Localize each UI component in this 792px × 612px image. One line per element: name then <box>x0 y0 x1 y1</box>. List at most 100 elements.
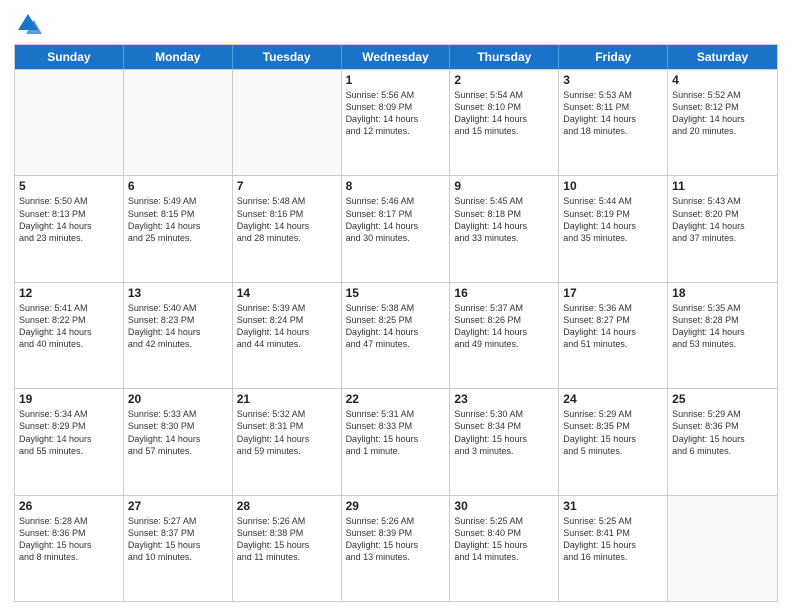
cell-info: Sunrise: 5:33 AMSunset: 8:30 PMDaylight:… <box>128 408 228 457</box>
cell-info: Sunrise: 5:48 AMSunset: 8:16 PMDaylight:… <box>237 195 337 244</box>
cal-cell-day-16: 16 Sunrise: 5:37 AMSunset: 8:26 PMDayligh… <box>450 283 559 388</box>
cal-week-3: 12Sunrise: 5:41 AMSunset: 8:22 PMDayligh… <box>15 282 777 388</box>
calendar: SundayMondayTuesdayWednesdayThursdayFrid… <box>14 44 778 602</box>
day-number: 18 <box>672 286 773 300</box>
cal-cell-empty <box>668 496 777 601</box>
cal-cell-empty <box>124 70 233 175</box>
day-number: 7 <box>237 179 337 193</box>
cal-cell-day-9: 9 Sunrise: 5:45 AMSunset: 8:18 PMDaylight… <box>450 176 559 281</box>
cell-info: Sunrise: 5:56 AMSunset: 8:09 PMDaylight:… <box>346 89 446 138</box>
cell-info: Sunrise: 5:41 AMSunset: 8:22 PMDaylight:… <box>19 302 119 351</box>
day-number: 14 <box>237 286 337 300</box>
cell-info: Sunrise: 5:45 AMSunset: 8:18 PMDaylight:… <box>454 195 554 244</box>
day-number: 6 <box>128 179 228 193</box>
day-number: 26 <box>19 499 119 513</box>
day-number: 10 <box>563 179 663 193</box>
cell-info: Sunrise: 5:54 AMSunset: 8:10 PMDaylight:… <box>454 89 554 138</box>
cell-info: Sunrise: 5:31 AMSunset: 8:33 PMDaylight:… <box>346 408 446 457</box>
cal-header-saturday: Saturday <box>668 45 777 69</box>
day-number: 17 <box>563 286 663 300</box>
cell-info: Sunrise: 5:36 AMSunset: 8:27 PMDaylight:… <box>563 302 663 351</box>
cal-cell-day-1: 1 Sunrise: 5:56 AMSunset: 8:09 PMDaylight… <box>342 70 451 175</box>
cell-info: Sunrise: 5:25 AMSunset: 8:40 PMDaylight:… <box>454 515 554 564</box>
cal-cell-day-17: 17 Sunrise: 5:36 AMSunset: 8:27 PMDayligh… <box>559 283 668 388</box>
day-number: 20 <box>128 392 228 406</box>
cell-info: Sunrise: 5:26 AMSunset: 8:38 PMDaylight:… <box>237 515 337 564</box>
cal-cell-day-19: 19 Sunrise: 5:34 AMSunset: 8:29 PMDayligh… <box>15 389 124 494</box>
day-number: 11 <box>672 179 773 193</box>
cell-info: Sunrise: 5:37 AMSunset: 8:26 PMDaylight:… <box>454 302 554 351</box>
cell-info: Sunrise: 5:29 AMSunset: 8:35 PMDaylight:… <box>563 408 663 457</box>
logo-icon <box>14 10 42 38</box>
cal-header-sunday: Sunday <box>15 45 124 69</box>
cell-info: Sunrise: 5:27 AMSunset: 8:37 PMDaylight:… <box>128 515 228 564</box>
day-number: 16 <box>454 286 554 300</box>
cal-cell-day-24: 24 Sunrise: 5:29 AMSunset: 8:35 PMDayligh… <box>559 389 668 494</box>
cal-header-tuesday: Tuesday <box>233 45 342 69</box>
cal-cell-day-21: 21 Sunrise: 5:32 AMSunset: 8:31 PMDayligh… <box>233 389 342 494</box>
cal-cell-day-22: 22 Sunrise: 5:31 AMSunset: 8:33 PMDayligh… <box>342 389 451 494</box>
cal-cell-day-2: 2 Sunrise: 5:54 AMSunset: 8:10 PMDaylight… <box>450 70 559 175</box>
day-number: 4 <box>672 73 773 87</box>
day-number: 2 <box>454 73 554 87</box>
cell-info: Sunrise: 5:43 AMSunset: 8:20 PMDaylight:… <box>672 195 773 244</box>
cal-cell-day-11: 11 Sunrise: 5:43 AMSunset: 8:20 PMDayligh… <box>668 176 777 281</box>
day-number: 1 <box>346 73 446 87</box>
day-number: 25 <box>672 392 773 406</box>
cal-cell-day-23: 23 Sunrise: 5:30 AMSunset: 8:34 PMDayligh… <box>450 389 559 494</box>
page: SundayMondayTuesdayWednesdayThursdayFrid… <box>0 0 792 612</box>
cal-week-4: 19 Sunrise: 5:34 AMSunset: 8:29 PMDayligh… <box>15 388 777 494</box>
cal-cell-day-15: 15 Sunrise: 5:38 AMSunset: 8:25 PMDayligh… <box>342 283 451 388</box>
day-number: 9 <box>454 179 554 193</box>
cal-cell-day-12: 12Sunrise: 5:41 AMSunset: 8:22 PMDayligh… <box>15 283 124 388</box>
day-number: 28 <box>237 499 337 513</box>
day-number: 15 <box>346 286 446 300</box>
cell-info: Sunrise: 5:44 AMSunset: 8:19 PMDaylight:… <box>563 195 663 244</box>
day-number: 21 <box>237 392 337 406</box>
cal-cell-empty <box>233 70 342 175</box>
cal-week-5: 26Sunrise: 5:28 AMSunset: 8:36 PMDayligh… <box>15 495 777 601</box>
cell-info: Sunrise: 5:40 AMSunset: 8:23 PMDaylight:… <box>128 302 228 351</box>
cell-info: Sunrise: 5:30 AMSunset: 8:34 PMDaylight:… <box>454 408 554 457</box>
cal-cell-day-5: 5 Sunrise: 5:50 AMSunset: 8:13 PMDaylight… <box>15 176 124 281</box>
cal-cell-day-7: 7 Sunrise: 5:48 AMSunset: 8:16 PMDaylight… <box>233 176 342 281</box>
cell-info: Sunrise: 5:32 AMSunset: 8:31 PMDaylight:… <box>237 408 337 457</box>
cal-cell-day-31: 31Sunrise: 5:25 AMSunset: 8:41 PMDayligh… <box>559 496 668 601</box>
cell-info: Sunrise: 5:35 AMSunset: 8:28 PMDaylight:… <box>672 302 773 351</box>
cal-cell-day-14: 14 Sunrise: 5:39 AMSunset: 8:24 PMDayligh… <box>233 283 342 388</box>
header <box>14 10 778 38</box>
cal-cell-day-29: 29 Sunrise: 5:26 AMSunset: 8:39 PMDayligh… <box>342 496 451 601</box>
cal-header-thursday: Thursday <box>450 45 559 69</box>
cal-cell-day-13: 13 Sunrise: 5:40 AMSunset: 8:23 PMDayligh… <box>124 283 233 388</box>
cell-info: Sunrise: 5:26 AMSunset: 8:39 PMDaylight:… <box>346 515 446 564</box>
day-number: 22 <box>346 392 446 406</box>
day-number: 24 <box>563 392 663 406</box>
cal-cell-day-10: 10 Sunrise: 5:44 AMSunset: 8:19 PMDayligh… <box>559 176 668 281</box>
day-number: 23 <box>454 392 554 406</box>
cell-info: Sunrise: 5:25 AMSunset: 8:41 PMDaylight:… <box>563 515 663 564</box>
logo <box>14 10 44 38</box>
cell-info: Sunrise: 5:39 AMSunset: 8:24 PMDaylight:… <box>237 302 337 351</box>
cal-cell-day-26: 26Sunrise: 5:28 AMSunset: 8:36 PMDayligh… <box>15 496 124 601</box>
cal-cell-day-20: 20 Sunrise: 5:33 AMSunset: 8:30 PMDayligh… <box>124 389 233 494</box>
cal-header-monday: Monday <box>124 45 233 69</box>
day-number: 5 <box>19 179 119 193</box>
day-number: 29 <box>346 499 446 513</box>
cell-info: Sunrise: 5:53 AMSunset: 8:11 PMDaylight:… <box>563 89 663 138</box>
cell-info: Sunrise: 5:46 AMSunset: 8:17 PMDaylight:… <box>346 195 446 244</box>
day-number: 8 <box>346 179 446 193</box>
cal-week-1: 1 Sunrise: 5:56 AMSunset: 8:09 PMDaylight… <box>15 69 777 175</box>
cal-cell-day-4: 4Sunrise: 5:52 AMSunset: 8:12 PMDaylight… <box>668 70 777 175</box>
day-number: 19 <box>19 392 119 406</box>
day-number: 3 <box>563 73 663 87</box>
cell-info: Sunrise: 5:34 AMSunset: 8:29 PMDaylight:… <box>19 408 119 457</box>
cal-cell-day-27: 27 Sunrise: 5:27 AMSunset: 8:37 PMDayligh… <box>124 496 233 601</box>
cell-info: Sunrise: 5:38 AMSunset: 8:25 PMDaylight:… <box>346 302 446 351</box>
day-number: 13 <box>128 286 228 300</box>
cal-cell-empty <box>15 70 124 175</box>
cell-info: Sunrise: 5:29 AMSunset: 8:36 PMDaylight:… <box>672 408 773 457</box>
day-number: 27 <box>128 499 228 513</box>
cal-cell-day-3: 3 Sunrise: 5:53 AMSunset: 8:11 PMDaylight… <box>559 70 668 175</box>
cell-info: Sunrise: 5:50 AMSunset: 8:13 PMDaylight:… <box>19 195 119 244</box>
cal-cell-day-25: 25 Sunrise: 5:29 AMSunset: 8:36 PMDayligh… <box>668 389 777 494</box>
